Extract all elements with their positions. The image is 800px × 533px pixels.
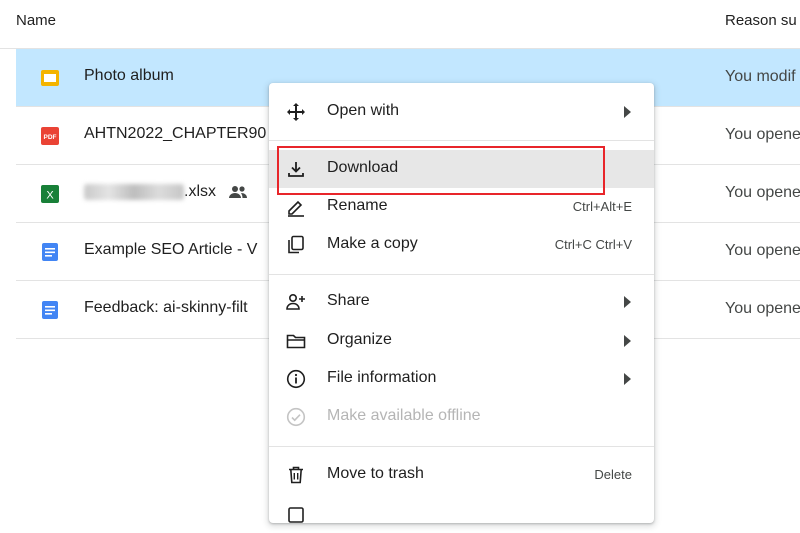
submenu-arrow-icon bbox=[624, 106, 631, 118]
menu-item-share[interactable]: Share bbox=[269, 283, 654, 321]
rename-icon bbox=[286, 197, 306, 217]
menu-item-shortcut: Ctrl+Alt+E bbox=[572, 199, 632, 214]
menu-item-label: Organize bbox=[327, 331, 392, 348]
docs-icon bbox=[40, 242, 60, 262]
redacted-name bbox=[84, 183, 184, 200]
pdf-badge-text: PDF bbox=[44, 134, 57, 141]
pdf-icon: PDF bbox=[40, 126, 60, 146]
folder-icon bbox=[286, 331, 306, 351]
partial-icon bbox=[286, 504, 306, 524]
file-reason: You opene bbox=[725, 242, 800, 259]
file-extension: .xlsx bbox=[184, 183, 216, 200]
file-name: .xlsx bbox=[84, 183, 248, 201]
menu-item-file-information[interactable]: File information bbox=[269, 360, 654, 398]
menu-item-partial[interactable] bbox=[269, 495, 654, 533]
submenu-arrow-icon bbox=[624, 335, 631, 347]
menu-divider bbox=[269, 446, 654, 447]
highlight-annotation-box bbox=[277, 146, 605, 195]
menu-divider bbox=[269, 140, 654, 141]
copy-icon bbox=[286, 235, 306, 255]
menu-item-make-offline: Make available offline bbox=[269, 398, 654, 436]
menu-item-organize[interactable]: Organize bbox=[269, 322, 654, 360]
menu-item-shortcut: Ctrl+C Ctrl+V bbox=[554, 237, 632, 252]
menu-item-label: File information bbox=[327, 369, 437, 386]
file-reason: You opene bbox=[725, 126, 800, 143]
submenu-arrow-icon bbox=[624, 296, 631, 308]
share-icon bbox=[286, 292, 306, 312]
menu-item-open-with[interactable]: Open with bbox=[269, 93, 654, 131]
file-name: Feedback: ai-skinny-filt bbox=[84, 299, 248, 316]
info-icon bbox=[286, 369, 306, 389]
offline-icon bbox=[286, 407, 306, 427]
menu-item-label: Make available offline bbox=[327, 407, 481, 424]
list-header: Name Reason su bbox=[0, 0, 800, 49]
reason-column-header[interactable]: Reason su bbox=[725, 12, 797, 29]
menu-item-label: Share bbox=[327, 292, 370, 309]
file-reason: You opene bbox=[725, 184, 800, 201]
move-icon bbox=[286, 102, 306, 122]
trash-icon bbox=[286, 465, 306, 485]
menu-item-label: Rename bbox=[327, 197, 388, 214]
sheets-badge-text: X bbox=[46, 190, 54, 202]
slides-icon bbox=[40, 68, 60, 88]
submenu-arrow-icon bbox=[624, 373, 631, 385]
menu-item-label: Open with bbox=[327, 102, 400, 119]
file-reason: You modif bbox=[725, 68, 796, 85]
file-name: Example SEO Article - V bbox=[84, 241, 258, 258]
menu-item-shortcut: Delete bbox=[594, 467, 632, 482]
menu-divider bbox=[269, 274, 654, 275]
file-name: Photo album bbox=[84, 67, 174, 84]
menu-item-label: Make a copy bbox=[327, 235, 418, 252]
menu-item-label: Move to trash bbox=[327, 465, 424, 482]
file-name: AHTN2022_CHAPTER90 bbox=[84, 125, 267, 142]
menu-item-make-copy[interactable]: Make a copy Ctrl+C Ctrl+V bbox=[269, 226, 654, 264]
docs-icon bbox=[40, 300, 60, 320]
menu-item-move-to-trash[interactable]: Move to trash Delete bbox=[269, 456, 654, 494]
shared-icon bbox=[228, 185, 248, 199]
name-column-header[interactable]: Name bbox=[16, 12, 56, 29]
file-reason: You opene bbox=[725, 300, 800, 317]
sheets-icon: X bbox=[40, 184, 60, 204]
